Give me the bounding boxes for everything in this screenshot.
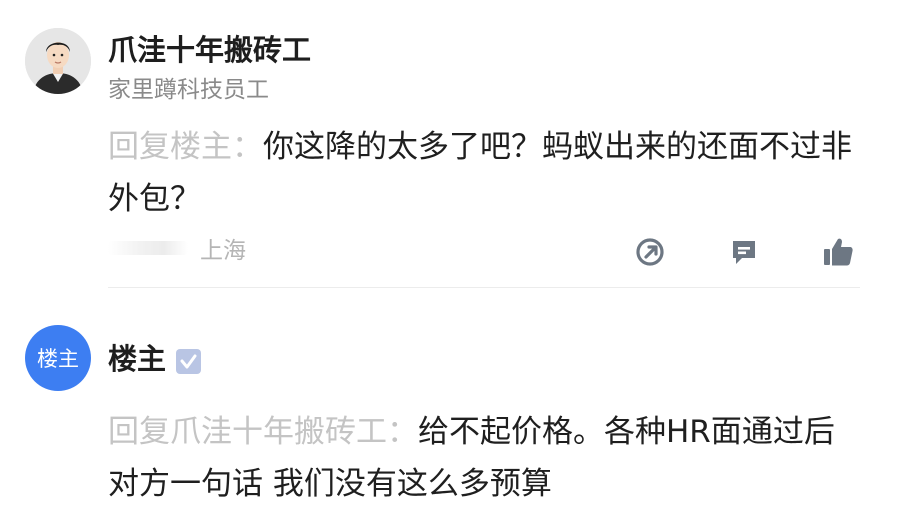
comment-meta: 上海 xyxy=(108,230,246,266)
reply-prefix[interactable]: 回复爪洼十年搬砖工： xyxy=(108,414,418,450)
username[interactable]: 楼主 xyxy=(108,336,202,378)
username[interactable]: 爪洼十年搬砖工 xyxy=(108,27,311,69)
comment-body: 回复爪洼十年搬砖工：给不起价格。各种HR面通过后 对方一句话 我们没有这么多预算 xyxy=(108,406,868,510)
user-photo-icon xyxy=(25,28,91,94)
location-label: 上海 xyxy=(200,238,246,264)
op-avatar-label: 楼主 xyxy=(37,347,79,371)
divider xyxy=(108,287,860,288)
op-avatar[interactable]: 楼主 xyxy=(25,325,91,391)
op-username: 楼主 xyxy=(108,342,167,376)
reply-prefix[interactable]: 回复楼主： xyxy=(108,129,263,165)
thumbs-up-icon[interactable] xyxy=(820,234,856,270)
user-title: 家里蹲科技员工 xyxy=(108,77,269,103)
verified-icon xyxy=(176,348,202,374)
comment-body: 回复楼主：你这降的太多了吧？蚂蚁出来的还面不过非外包？ xyxy=(108,121,868,225)
redacted-timestamp xyxy=(108,241,188,255)
user-avatar[interactable] xyxy=(25,28,91,94)
comment-icon[interactable] xyxy=(726,234,762,270)
share-icon[interactable] xyxy=(632,234,668,270)
